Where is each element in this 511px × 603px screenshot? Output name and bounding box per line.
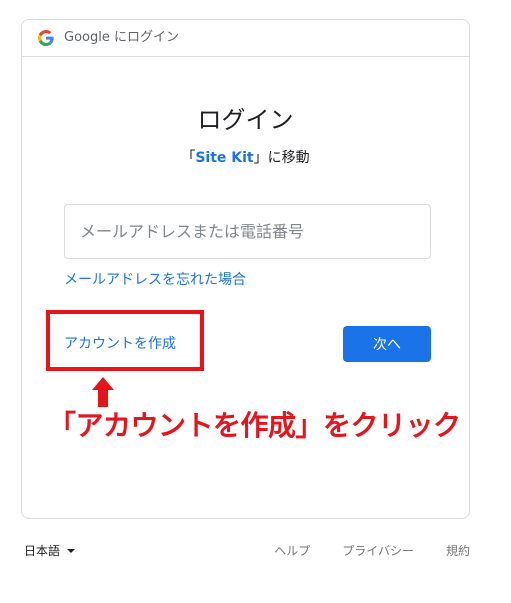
footer-links: ヘルプ プライバシー 規約 — [274, 542, 470, 560]
highlight-box — [46, 310, 204, 371]
card-header: Google にログイン — [22, 20, 469, 57]
page-title: ログイン — [197, 106, 294, 134]
next-button[interactable]: 次へ — [343, 326, 431, 362]
app-name[interactable]: Site Kit — [195, 150, 253, 166]
footer-link-terms[interactable]: 規約 — [446, 542, 470, 560]
subtitle: 「Site Kit」に移動 — [22, 148, 469, 168]
footer-link-help[interactable]: ヘルプ — [274, 542, 310, 560]
subtitle-suffix: 」に移動 — [253, 150, 310, 166]
language-selector[interactable]: 日本語 — [24, 542, 76, 560]
google-g-icon — [38, 30, 54, 46]
language-label: 日本語 — [24, 544, 61, 558]
chevron-down-icon — [67, 549, 76, 553]
signin-card: Google にログイン ログイン 「Site Kit」に移動 メールアドレスを… — [21, 19, 470, 519]
header-title: Google にログイン — [64, 30, 179, 45]
footer-link-privacy[interactable]: プライバシー — [342, 542, 414, 560]
forgot-email-link[interactable]: メールアドレスを忘れた場合 — [64, 270, 246, 290]
subtitle-prefix: 「 — [181, 150, 196, 166]
arrow-up-icon — [92, 377, 114, 407]
annotation-text: 「アカウントを作成」をクリック — [48, 409, 461, 442]
page: Google にログイン ログイン 「Site Kit」に移動 メールアドレスを… — [0, 0, 511, 603]
email-field[interactable] — [64, 204, 431, 259]
